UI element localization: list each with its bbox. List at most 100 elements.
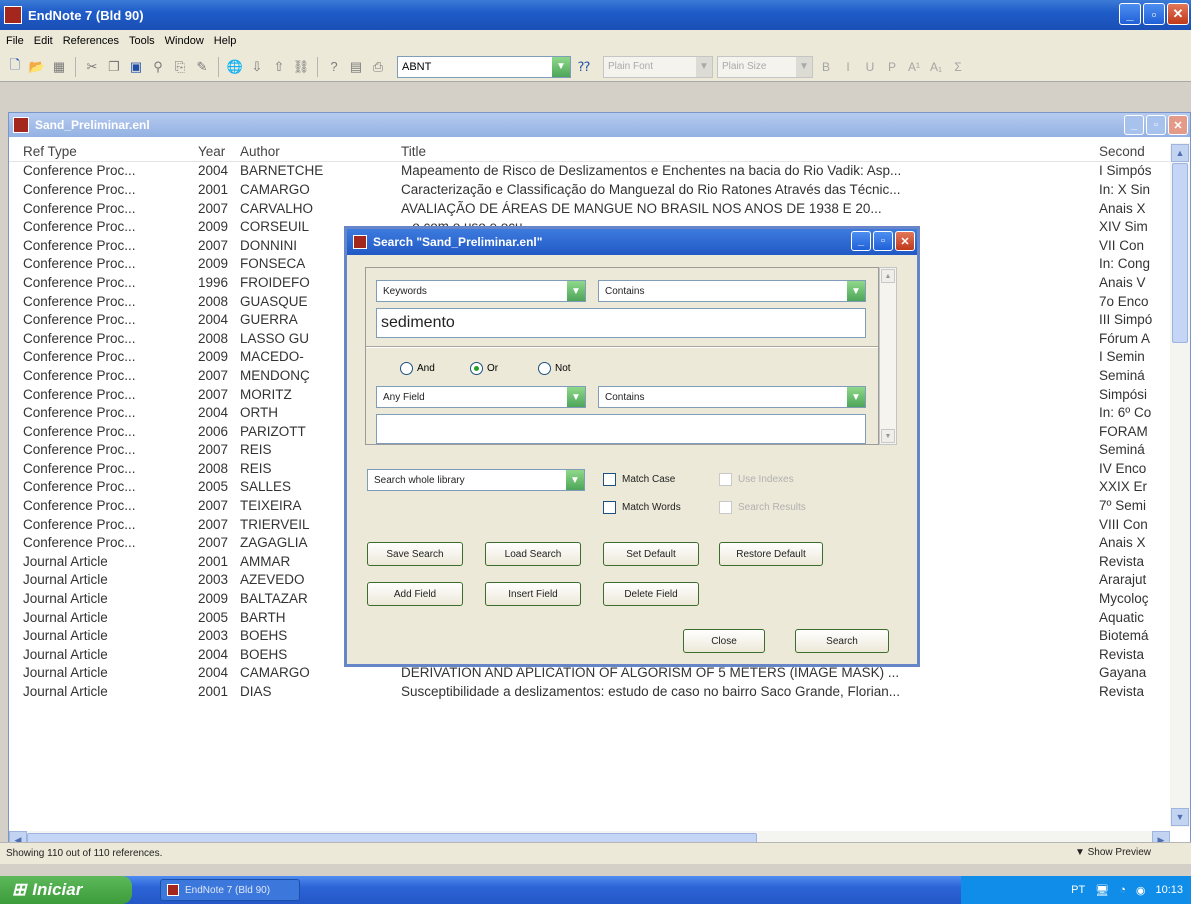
- format-icon[interactable]: ✎: [193, 58, 211, 76]
- maximize-button[interactable]: ▫: [1146, 115, 1166, 135]
- field1-select[interactable]: Keywords ▼: [376, 280, 586, 302]
- online-search-icon[interactable]: 🌐: [226, 58, 244, 76]
- radio-or[interactable]: Or: [470, 362, 498, 375]
- operator1-select[interactable]: Contains ▼: [598, 280, 866, 302]
- match-case-checkbox[interactable]: Match Case: [603, 473, 675, 486]
- clock[interactable]: 10:13: [1155, 884, 1183, 896]
- new-file-icon[interactable]: 🗋: [6, 57, 24, 76]
- minimize-button[interactable]: _: [1124, 115, 1144, 135]
- table-row[interactable]: Journal Article 2001 DIAS Susceptibilidade …: [9, 682, 1170, 701]
- help-pointer-icon[interactable]: ⁇: [575, 58, 593, 76]
- radio-or-circle[interactable]: [470, 362, 483, 375]
- match-words-checkbox[interactable]: Match Words: [603, 501, 681, 514]
- add-field-button[interactable]: Add Field: [367, 582, 463, 606]
- column-year[interactable]: Year: [188, 144, 240, 159]
- import-icon[interactable]: ⇩: [248, 58, 266, 76]
- column-ref-type[interactable]: Ref Type: [9, 144, 188, 159]
- insert-citation-icon[interactable]: ⎘: [171, 58, 189, 76]
- font-select[interactable]: Plain Font ▼: [603, 55, 713, 78]
- start-button[interactable]: ⊞ Iniciar: [0, 876, 132, 904]
- close-button[interactable]: ✕: [1168, 115, 1188, 135]
- preview-icon[interactable]: ▤: [347, 58, 365, 76]
- close-button[interactable]: ✕: [1167, 3, 1189, 25]
- delete-field-button[interactable]: Delete Field: [603, 582, 699, 606]
- radio-and-circle[interactable]: [400, 362, 413, 375]
- size-select[interactable]: Plain Size ▼: [717, 55, 813, 78]
- set-default-button[interactable]: Set Default: [603, 542, 699, 566]
- menu-file[interactable]: File: [6, 35, 24, 47]
- chevron-down-icon[interactable]: ▼: [796, 56, 812, 77]
- chevron-down-icon[interactable]: ▼: [567, 387, 585, 407]
- chevron-down-icon[interactable]: ▼: [847, 281, 865, 301]
- search-term1-input[interactable]: sedimento: [376, 308, 866, 338]
- chevron-down-icon[interactable]: ▼: [552, 56, 570, 77]
- scroll-down-icon[interactable]: ▼: [881, 429, 895, 443]
- scroll-up-icon[interactable]: ▲: [881, 269, 895, 283]
- superscript-button[interactable]: A¹: [905, 60, 923, 74]
- menu-window[interactable]: Window: [165, 35, 204, 47]
- load-search-button[interactable]: Load Search: [485, 542, 581, 566]
- close-button[interactable]: ✕: [895, 231, 915, 251]
- table-row[interactable]: Conference Proc... 2004 BARNETCHE Mapeament…: [9, 162, 1170, 181]
- column-author[interactable]: Author: [240, 144, 381, 159]
- taskbar-item-endnote[interactable]: EndNote 7 (Bld 90): [160, 879, 300, 901]
- operator2-select[interactable]: Contains ▼: [598, 386, 866, 408]
- field2-select[interactable]: Any Field ▼: [376, 386, 586, 408]
- copy-icon[interactable]: ❐: [105, 58, 123, 76]
- save-search-button[interactable]: Save Search: [367, 542, 463, 566]
- subscript-button[interactable]: A₁: [927, 60, 945, 74]
- minimize-button[interactable]: _: [851, 231, 871, 251]
- column-title[interactable]: Title: [381, 144, 1099, 159]
- restore-default-button[interactable]: Restore Default: [719, 542, 823, 566]
- find-icon[interactable]: ⚲: [149, 58, 167, 76]
- chevron-down-icon[interactable]: ▼: [567, 281, 585, 301]
- menu-tools[interactable]: Tools: [129, 35, 155, 47]
- help-icon[interactable]: ?: [325, 58, 343, 76]
- search-button[interactable]: Search: [795, 629, 889, 653]
- plain-button[interactable]: P: [883, 60, 901, 74]
- menu-references[interactable]: References: [63, 35, 119, 47]
- minimize-button[interactable]: _: [1119, 3, 1141, 25]
- maximize-button[interactable]: ▫: [1143, 3, 1165, 25]
- cut-icon[interactable]: ✂: [83, 58, 101, 76]
- language-indicator-icon[interactable]: PT: [1071, 884, 1085, 896]
- print-icon[interactable]: ⎙: [369, 58, 387, 76]
- table-row[interactable]: Conference Proc... 2001 CAMARGO Caracteriza…: [9, 180, 1170, 199]
- scroll-thumb[interactable]: [1172, 163, 1188, 343]
- underline-button[interactable]: U: [861, 60, 879, 74]
- save-icon[interactable]: ▦: [50, 58, 68, 76]
- menu-edit[interactable]: Edit: [34, 35, 53, 47]
- search-scope-select[interactable]: Search whole library ▼: [367, 469, 585, 491]
- italic-button[interactable]: I: [839, 60, 857, 74]
- table-row[interactable]: Conference Proc... 2007 CARVALHO AVALIAÇÃO …: [9, 199, 1170, 218]
- match-case-box[interactable]: [603, 473, 616, 486]
- bold-button[interactable]: B: [817, 60, 835, 74]
- fields-scrollbar[interactable]: ▲ ▼: [879, 267, 897, 445]
- symbol-button[interactable]: Σ: [949, 60, 967, 74]
- open-folder-icon[interactable]: 📂: [28, 58, 46, 76]
- show-preview-button[interactable]: ▼ Show Preview: [1075, 847, 1151, 858]
- security-icon[interactable]: ◉: [1136, 884, 1146, 897]
- search-term2-input[interactable]: [376, 414, 866, 444]
- search-dialog-titlebar[interactable]: Search "Sand_Preliminar.enl" _ ▫ ✕: [347, 229, 917, 255]
- radio-not-circle[interactable]: [538, 362, 551, 375]
- insert-field-button[interactable]: Insert Field: [485, 582, 581, 606]
- chevron-down-icon[interactable]: ▼: [696, 56, 712, 77]
- export-icon[interactable]: ⇧: [270, 58, 288, 76]
- vertical-scrollbar[interactable]: ▲ ▼: [1170, 143, 1190, 827]
- paste-icon[interactable]: ▣: [127, 58, 145, 76]
- radio-and[interactable]: And: [400, 362, 435, 375]
- menu-help[interactable]: Help: [214, 35, 237, 47]
- chevron-down-icon[interactable]: ▼: [847, 387, 865, 407]
- scroll-up-icon[interactable]: ▲: [1171, 144, 1189, 162]
- volume-icon[interactable]: ◔: [1119, 884, 1126, 896]
- match-words-box[interactable]: [603, 501, 616, 514]
- column-secondary-title[interactable]: Second: [1099, 144, 1170, 159]
- scroll-down-icon[interactable]: ▼: [1171, 808, 1189, 826]
- output-style-select[interactable]: ABNT ▼: [397, 55, 571, 78]
- radio-not[interactable]: Not: [538, 362, 571, 375]
- link-icon[interactable]: ⛓: [292, 58, 310, 76]
- chevron-down-icon[interactable]: ▼: [566, 470, 584, 490]
- close-dialog-button[interactable]: Close: [683, 629, 765, 653]
- maximize-button[interactable]: ▫: [873, 231, 893, 251]
